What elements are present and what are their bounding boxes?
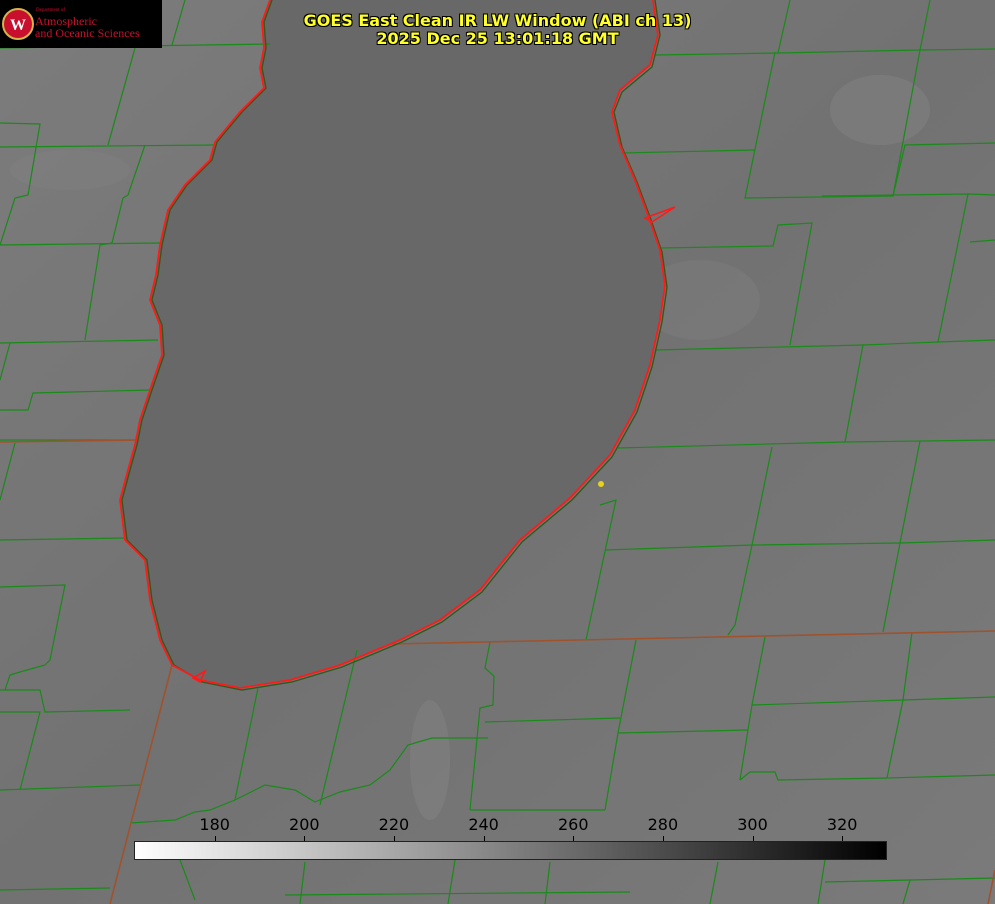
colorbar-tick-label: 280 xyxy=(647,815,679,834)
colorbar-tick-label: 320 xyxy=(826,815,858,834)
satellite-image-view: W Department of Atmospheric and Oceanic … xyxy=(0,0,995,904)
colorbar-tick-mark xyxy=(393,836,395,841)
colorbar-tick-label: 180 xyxy=(199,815,230,834)
colorbar-tick-label: 300 xyxy=(737,815,768,834)
title-timestamp: 2025 Dec 25 13:01:18 GMT xyxy=(376,29,619,48)
svg-text:W: W xyxy=(10,17,26,34)
colorbar-tick-mark xyxy=(573,836,575,841)
colorbar-tick-mark xyxy=(304,836,306,841)
colorbar-tick-label: 200 xyxy=(289,815,320,834)
uw-aos-logo: W Department of Atmospheric and Oceanic … xyxy=(0,0,162,48)
colorbar-tick-mark xyxy=(752,836,754,841)
colorbar-tick-mark xyxy=(842,836,844,841)
title-product: GOES East Clean IR LW Window (ABI ch 13) xyxy=(303,11,692,30)
colorbar-gradient xyxy=(134,841,887,860)
colorbar-tick-mark xyxy=(662,836,664,841)
colorbar-tick-mark xyxy=(214,836,216,841)
station-marker xyxy=(598,481,604,487)
colorbar-tick-label: 220 xyxy=(378,815,410,834)
colorbar-tick-label: 260 xyxy=(557,815,589,834)
image-title: GOES East Clean IR LW Window (ABI ch 13)… xyxy=(250,12,745,48)
colorbar-tick-label: 240 xyxy=(468,815,499,834)
uw-crest-icon: W xyxy=(2,8,34,40)
colorbar-tick-mark xyxy=(483,836,485,841)
satellite-map xyxy=(0,0,995,904)
logo-department-text: Department of xyxy=(36,8,66,13)
logo-line-2: and Oceanic Sciences xyxy=(35,26,140,40)
